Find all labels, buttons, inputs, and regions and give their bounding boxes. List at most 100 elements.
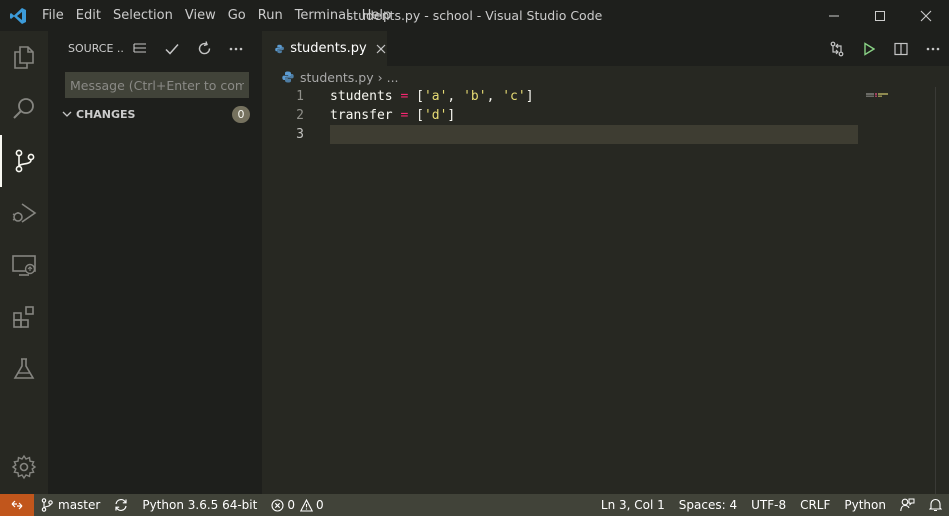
activity-extensions[interactable] bbox=[0, 291, 48, 343]
commit-button[interactable] bbox=[156, 31, 188, 66]
activity-testing[interactable] bbox=[0, 343, 48, 395]
source-control-sidebar: SOURCE ... CHANGES 0 bbox=[48, 31, 262, 494]
minimize-button[interactable] bbox=[811, 0, 857, 31]
code-token: transfer bbox=[330, 108, 401, 123]
activity-remote-explorer[interactable] bbox=[0, 239, 48, 291]
python-interpreter: Python 3.6.5 64-bit bbox=[142, 498, 258, 512]
tab-students-py[interactable]: students.py bbox=[262, 31, 387, 66]
changes-section-header[interactable]: CHANGES 0 bbox=[48, 103, 262, 125]
code-text: students = ['a', 'b', 'c'] bbox=[330, 87, 534, 106]
menu-edit[interactable]: Edit bbox=[70, 0, 107, 31]
code-token: students bbox=[330, 89, 401, 104]
tab-close-button[interactable] bbox=[375, 41, 387, 57]
error-icon bbox=[271, 498, 284, 512]
activity-run-debug[interactable] bbox=[0, 187, 48, 239]
breadcrumb-file[interactable]: students.py bbox=[300, 70, 374, 85]
source-control-icon bbox=[15, 149, 35, 173]
bell-icon bbox=[929, 498, 942, 512]
git-compare-icon bbox=[830, 41, 844, 56]
split-editor-icon bbox=[894, 42, 908, 55]
menu-help[interactable]: Help bbox=[356, 0, 398, 31]
string-token: 'c' bbox=[502, 89, 526, 104]
ellipsis-icon bbox=[229, 47, 243, 50]
activity-source-control[interactable] bbox=[0, 135, 48, 187]
commit-message-input[interactable] bbox=[65, 72, 249, 98]
activity-explorer[interactable] bbox=[0, 31, 48, 83]
list-tree-icon bbox=[133, 42, 146, 53]
warning-count: 0 bbox=[315, 498, 324, 512]
sync-button[interactable] bbox=[107, 494, 135, 516]
language-mode[interactable]: Python bbox=[837, 494, 893, 516]
status-bar-right: Ln 3, Col 1 Spaces: 4 UTF-8 CRLF Python bbox=[594, 494, 949, 516]
line-number: 1 bbox=[296, 89, 304, 104]
tab-label: students.py bbox=[290, 41, 367, 56]
branch-name: master bbox=[58, 498, 101, 512]
status-bar: master Python 3.6.5 64-bit 0 0 Ln 3, Col… bbox=[0, 494, 949, 516]
menu-run[interactable]: Run bbox=[252, 0, 289, 31]
code-line[interactable]: 2 transfer = ['d'] bbox=[262, 106, 862, 125]
ellipsis-icon bbox=[926, 47, 940, 50]
end-of-line[interactable]: CRLF bbox=[793, 494, 837, 516]
editor-more-actions-button[interactable] bbox=[917, 31, 949, 66]
string-token: 'b' bbox=[463, 89, 487, 104]
check-icon bbox=[165, 43, 179, 55]
error-count: 0 bbox=[287, 498, 295, 512]
refresh-button[interactable] bbox=[188, 31, 220, 66]
problems-button[interactable]: 0 0 bbox=[264, 494, 330, 516]
menu-file[interactable]: File bbox=[36, 0, 70, 31]
branch-status[interactable]: master bbox=[34, 494, 107, 516]
menu-go[interactable]: Go bbox=[222, 0, 252, 31]
changes-count-badge: 0 bbox=[232, 106, 250, 123]
remote-indicator-button[interactable] bbox=[0, 494, 34, 516]
maximize-button[interactable] bbox=[857, 0, 903, 31]
code-token: ] bbox=[525, 89, 534, 104]
code-line[interactable]: 1 students = ['a', 'b', 'c'] bbox=[262, 87, 862, 106]
notifications-button[interactable] bbox=[922, 494, 949, 516]
breadcrumb-symbols[interactable]: ... bbox=[387, 70, 399, 85]
view-as-tree-button[interactable] bbox=[124, 31, 156, 66]
minimize-icon bbox=[829, 15, 839, 16]
breadcrumb-separator: › bbox=[377, 69, 383, 85]
run-python-file-button[interactable] bbox=[853, 31, 885, 66]
activity-manage[interactable] bbox=[0, 441, 48, 493]
close-icon bbox=[920, 10, 932, 21]
explorer-icon bbox=[14, 46, 34, 69]
string-token: 'd' bbox=[423, 108, 448, 123]
run-debug-icon bbox=[12, 203, 37, 223]
minimap[interactable] bbox=[866, 86, 936, 97]
remote-icon bbox=[11, 500, 23, 510]
activity-bar bbox=[0, 31, 48, 494]
sidebar-title: SOURCE ... bbox=[68, 42, 124, 55]
cursor-position[interactable]: Ln 3, Col 1 bbox=[594, 494, 672, 516]
warning-icon bbox=[299, 498, 313, 512]
indentation[interactable]: Spaces: 4 bbox=[672, 494, 744, 516]
title-bar: File Edit Selection View Go Run Terminal… bbox=[0, 0, 949, 31]
encoding[interactable]: UTF-8 bbox=[744, 494, 793, 516]
activity-search[interactable] bbox=[0, 83, 48, 135]
menu-terminal[interactable]: Terminal bbox=[289, 0, 356, 31]
code-line[interactable]: 3 bbox=[262, 125, 862, 144]
editor-group: students.py students.py › ... 1 students… bbox=[262, 31, 949, 494]
open-changes-button[interactable] bbox=[821, 31, 853, 66]
code-token: [ bbox=[408, 108, 424, 123]
more-actions-button[interactable] bbox=[220, 31, 252, 66]
line-number: 2 bbox=[296, 108, 304, 123]
menu-view[interactable]: View bbox=[179, 0, 222, 31]
code-token: ] bbox=[447, 108, 456, 123]
changes-label: CHANGES bbox=[76, 107, 136, 121]
code-text: transfer = ['d'] bbox=[330, 106, 455, 125]
split-editor-button[interactable] bbox=[885, 31, 917, 66]
close-window-button[interactable] bbox=[903, 0, 949, 31]
vertical-scrollbar[interactable] bbox=[935, 87, 949, 494]
editor-actions bbox=[821, 31, 949, 66]
git-branch-icon bbox=[41, 498, 53, 512]
feedback-button[interactable] bbox=[893, 494, 922, 516]
breadcrumb: students.py › ... bbox=[282, 66, 399, 88]
code-token: , bbox=[486, 89, 503, 104]
chevron-down-icon bbox=[62, 111, 72, 117]
menu-selection[interactable]: Selection bbox=[107, 0, 179, 31]
sidebar-header: SOURCE ... bbox=[48, 31, 262, 66]
editor-tabs: students.py bbox=[262, 31, 949, 66]
python-file-icon bbox=[275, 44, 284, 53]
python-interpreter-button[interactable]: Python 3.6.5 64-bit bbox=[135, 494, 264, 516]
